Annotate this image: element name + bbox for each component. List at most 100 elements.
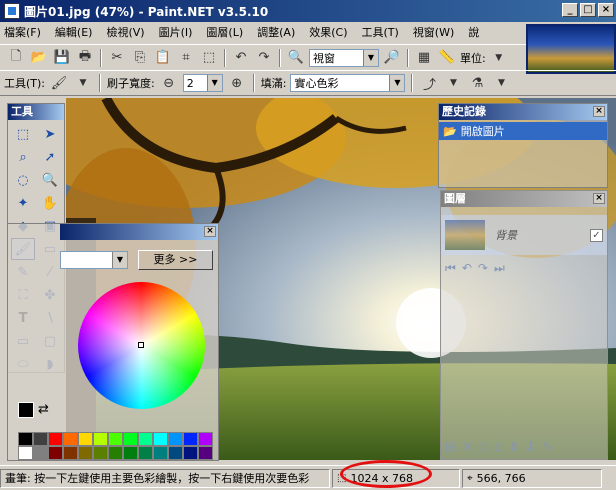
paste-icon[interactable]: 📋: [153, 48, 173, 68]
deselect-icon[interactable]: ⬚: [199, 48, 219, 68]
layer-visible-checkbox[interactable]: ✓: [590, 228, 603, 242]
chevron-down-icon[interactable]: ▼: [489, 48, 509, 68]
menu-file[interactable]: 檔案(F): [4, 24, 41, 40]
minimize-button[interactable]: _: [562, 3, 578, 17]
palette-swatch[interactable]: [108, 446, 123, 460]
fill-select[interactable]: 實心色彩 ▼: [290, 74, 406, 92]
color-wheel-cursor[interactable]: [138, 342, 144, 348]
chevron-down-icon[interactable]: ▼: [206, 75, 222, 91]
delete-layer-icon[interactable]: ✕: [462, 440, 473, 455]
undo-icon[interactable]: ↶: [231, 48, 251, 68]
chevron-down-icon[interactable]: ▼: [491, 73, 511, 93]
color-mode-select[interactable]: ▼: [60, 251, 128, 269]
new-file-icon[interactable]: 🗋: [6, 48, 26, 68]
chevron-down-icon[interactable]: ▼: [389, 75, 405, 91]
magic-wand-icon[interactable]: ✦: [11, 192, 35, 214]
menu-edit[interactable]: 編輯(E): [55, 24, 93, 40]
chevron-down-icon[interactable]: ▼: [73, 73, 93, 93]
ruler-icon[interactable]: 📏: [437, 48, 457, 68]
add-layer-icon[interactable]: ⊞: [445, 440, 456, 455]
menu-adjustments[interactable]: 調整(A): [257, 24, 295, 40]
chevron-down-icon[interactable]: ▼: [443, 73, 463, 93]
tools-panel-header[interactable]: 工具: [8, 104, 64, 120]
flask-icon[interactable]: ⚗: [467, 73, 487, 93]
palette-swatch[interactable]: [78, 432, 93, 446]
next-icon[interactable]: ↷: [478, 261, 488, 276]
color-palette[interactable]: [18, 432, 213, 460]
palette-swatch[interactable]: [168, 446, 183, 460]
palette-swatch[interactable]: [18, 446, 33, 460]
menu-layers[interactable]: 圖層(L): [206, 24, 243, 40]
palette-swatch[interactable]: [183, 432, 198, 446]
redo-icon[interactable]: ↷: [254, 48, 274, 68]
zoom-select[interactable]: 視窗 ▼: [309, 48, 379, 67]
palette-swatch[interactable]: [18, 432, 33, 446]
palette-swatch[interactable]: [153, 432, 168, 446]
palette-swatch[interactable]: [183, 446, 198, 460]
menu-help[interactable]: 說: [468, 24, 479, 40]
history-item[interactable]: 📂 開啟圖片: [439, 122, 607, 140]
palette-swatch[interactable]: [198, 446, 213, 460]
move-down-icon[interactable]: ⬇: [525, 440, 536, 455]
zoom-in-icon[interactable]: 🔎: [382, 48, 402, 68]
chevron-down-icon[interactable]: ▼: [363, 49, 378, 66]
rectangle-select-icon[interactable]: ⬚: [11, 123, 35, 145]
duplicate-layer-icon[interactable]: ⧉: [479, 440, 488, 455]
lasso-icon[interactable]: ⌕: [11, 146, 35, 168]
palette-swatch[interactable]: [123, 432, 138, 446]
antialias-icon[interactable]: ⤴: [419, 73, 439, 93]
history-panel-header[interactable]: 歷史記錄 ×: [439, 104, 607, 120]
palette-swatch[interactable]: [168, 432, 183, 446]
color-wheel[interactable]: [78, 282, 205, 409]
close-button[interactable]: ×: [598, 3, 614, 17]
maximize-button[interactable]: □: [580, 3, 596, 17]
menu-view[interactable]: 檢視(V): [106, 24, 144, 40]
cut-icon[interactable]: ✂: [107, 48, 127, 68]
close-icon[interactable]: ×: [204, 226, 216, 237]
palette-swatch[interactable]: [48, 432, 63, 446]
save-icon[interactable]: 💾: [52, 48, 72, 68]
zoom-out-icon[interactable]: 🔍: [286, 48, 306, 68]
layers-panel-header[interactable]: 圖層 ×: [441, 191, 607, 207]
palette-swatch[interactable]: [63, 446, 78, 460]
layer-row[interactable]: 背景 ✓: [441, 215, 607, 255]
move-selected-icon[interactable]: ➚: [38, 146, 62, 168]
previous-icon[interactable]: ↶: [462, 261, 472, 276]
image-thumbnail[interactable]: [526, 24, 616, 74]
palette-swatch[interactable]: [93, 446, 108, 460]
last-frame-icon[interactable]: ⏭: [494, 261, 505, 276]
palette-swatch[interactable]: [93, 432, 108, 446]
palette-swatch[interactable]: [138, 446, 153, 460]
close-icon[interactable]: ×: [593, 106, 605, 117]
menu-tools[interactable]: 工具(T): [362, 24, 399, 40]
merge-layer-icon[interactable]: ⧈: [494, 440, 502, 455]
move-selection-icon[interactable]: ➤: [38, 123, 62, 145]
close-icon[interactable]: ×: [593, 193, 605, 204]
pan-hand-icon[interactable]: ✋: [38, 192, 62, 214]
first-frame-icon[interactable]: ⏮: [445, 261, 456, 276]
menu-window[interactable]: 視窗(W): [413, 24, 454, 40]
primary-color-swatch[interactable]: [18, 402, 34, 418]
colors-panel-header[interactable]: ×: [60, 224, 218, 240]
move-up-icon[interactable]: ⬆: [508, 440, 519, 455]
menu-image[interactable]: 圖片(I): [159, 24, 193, 40]
layer-properties-icon[interactable]: ✎: [542, 440, 553, 455]
palette-swatch[interactable]: [33, 446, 48, 460]
palette-swatch[interactable]: [153, 446, 168, 460]
brush-width-select[interactable]: 2 ▼: [182, 74, 223, 92]
decrease-icon[interactable]: ⊖: [159, 73, 179, 93]
increase-icon[interactable]: ⊕: [227, 73, 247, 93]
palette-swatch[interactable]: [48, 446, 63, 460]
ellipse-select-icon[interactable]: ◌: [11, 169, 35, 191]
palette-swatch[interactable]: [198, 432, 213, 446]
zoom-icon[interactable]: 🔍: [38, 169, 62, 191]
palette-swatch[interactable]: [78, 446, 93, 460]
menu-effects[interactable]: 效果(C): [309, 24, 347, 40]
open-folder-icon[interactable]: 📂: [29, 48, 49, 68]
paintbrush-icon[interactable]: 🖌: [49, 73, 69, 93]
grid-icon[interactable]: ▦: [414, 48, 434, 68]
palette-swatch[interactable]: [138, 432, 153, 446]
more-button[interactable]: 更多 >>: [138, 250, 213, 270]
palette-swatch[interactable]: [63, 432, 78, 446]
palette-swatch[interactable]: [33, 432, 48, 446]
